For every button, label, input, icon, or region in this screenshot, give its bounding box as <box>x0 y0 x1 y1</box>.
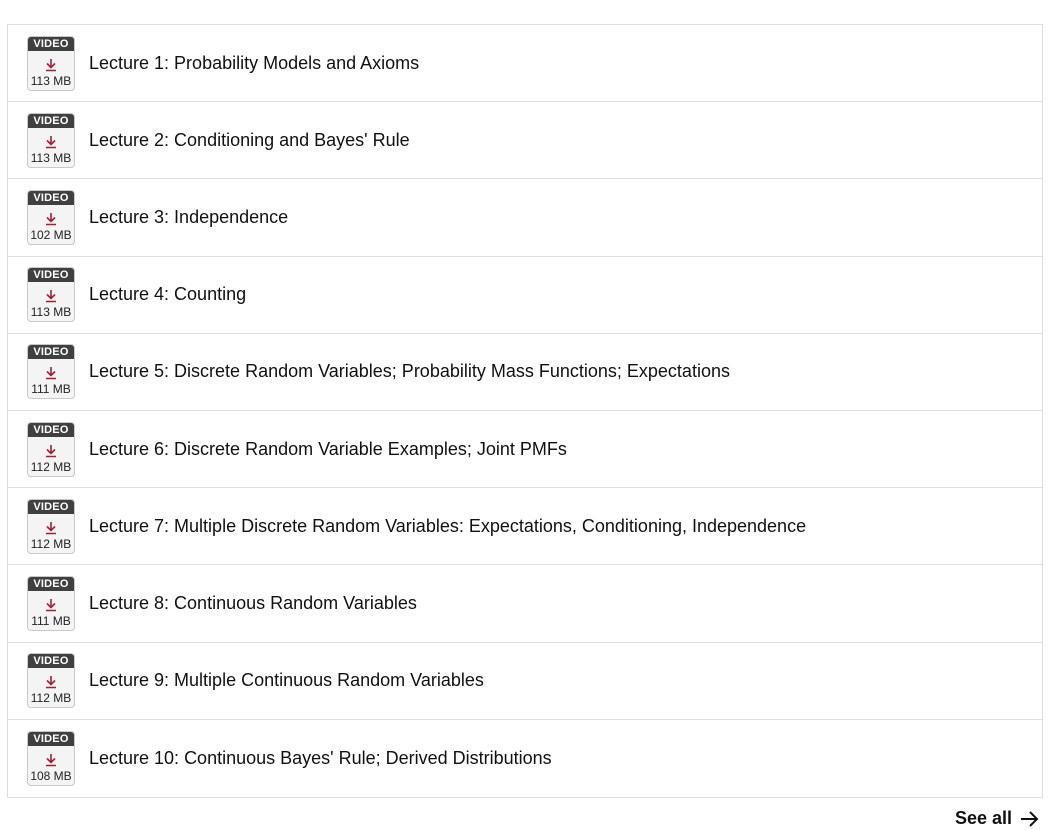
lecture-list: VIDEO 113 MB Lecture 1: Probability Mode… <box>7 24 1043 798</box>
lecture-title[interactable]: Lecture 4: Counting <box>89 284 246 305</box>
video-download-badge[interactable]: VIDEO 111 MB <box>27 575 75 631</box>
lecture-item-2[interactable]: VIDEO 113 MB Lecture 2: Conditioning and… <box>8 102 1042 180</box>
media-type-label: VIDEO <box>28 731 74 746</box>
lecture-item-7[interactable]: VIDEO 112 MB Lecture 7: Multiple Discret… <box>8 488 1042 566</box>
see-all-label: See all <box>954 808 1012 828</box>
lecture-item-3[interactable]: VIDEO 102 MB Lecture 3: Independence <box>8 179 1042 257</box>
lecture-item-8[interactable]: VIDEO 111 MB Lecture 8: Continuous Rando… <box>8 565 1042 643</box>
media-type-label: VIDEO <box>28 499 74 514</box>
video-download-badge[interactable]: VIDEO 113 MB <box>27 267 75 323</box>
media-type-label: VIDEO <box>28 268 74 283</box>
file-size: 111 MB <box>31 382 71 397</box>
media-type-label: VIDEO <box>28 36 74 51</box>
lecture-item-4[interactable]: VIDEO 113 MB Lecture 4: Counting <box>8 257 1042 334</box>
lecture-item-10[interactable]: VIDEO 108 MB Lecture 10: Continuous Baye… <box>8 720 1042 797</box>
lecture-item-1[interactable]: VIDEO 113 MB Lecture 1: Probability Mode… <box>8 25 1042 103</box>
lecture-title[interactable]: Lecture 9: Multiple Continuous Random Va… <box>89 670 484 691</box>
download-icon <box>44 675 58 689</box>
lecture-title[interactable]: Lecture 5: Discrete Random Variables; Pr… <box>89 361 730 382</box>
media-type-label: VIDEO <box>28 345 74 360</box>
file-size: 113 MB <box>30 73 72 88</box>
lecture-title[interactable]: Lecture 2: Conditioning and Bayes' Rule <box>89 130 410 151</box>
lecture-title[interactable]: Lecture 10: Continuous Bayes' Rule; Deri… <box>89 748 552 769</box>
file-size: 108 MB <box>30 768 72 783</box>
file-size: 112 MB <box>30 536 72 551</box>
lecture-title[interactable]: Lecture 3: Independence <box>89 207 288 228</box>
lecture-title[interactable]: Lecture 8: Continuous Random Variables <box>89 593 417 614</box>
media-type-label: VIDEO <box>28 654 74 669</box>
media-type-label: VIDEO <box>28 190 74 205</box>
video-download-badge[interactable]: VIDEO 111 MB <box>27 344 75 400</box>
video-download-badge[interactable]: VIDEO 112 MB <box>27 498 75 554</box>
download-icon <box>44 521 58 535</box>
download-icon <box>44 366 58 380</box>
lecture-title[interactable]: Lecture 6: Discrete Random Variable Exam… <box>89 439 567 460</box>
download-icon <box>44 212 58 226</box>
file-size: 111 MB <box>31 613 71 628</box>
file-size: 102 MB <box>30 227 72 242</box>
lecture-item-9[interactable]: VIDEO 112 MB Lecture 9: Multiple Continu… <box>8 643 1042 720</box>
video-download-badge[interactable]: VIDEO 113 MB <box>27 35 75 91</box>
download-icon <box>44 135 58 149</box>
video-download-badge[interactable]: VIDEO 113 MB <box>27 112 75 168</box>
download-icon <box>44 444 58 458</box>
media-type-label: VIDEO <box>28 113 74 128</box>
lecture-item-6[interactable]: VIDEO 112 MB Lecture 6: Discrete Random … <box>8 411 1042 489</box>
lecture-title[interactable]: Lecture 7: Multiple Discrete Random Vari… <box>89 516 806 537</box>
video-download-badge[interactable]: VIDEO 108 MB <box>27 730 75 786</box>
file-size: 113 MB <box>30 305 72 320</box>
video-download-badge[interactable]: VIDEO 112 MB <box>27 421 75 477</box>
media-type-label: VIDEO <box>28 576 74 591</box>
video-download-badge[interactable]: VIDEO 112 MB <box>27 653 75 709</box>
download-icon <box>44 289 58 303</box>
arrow-right-icon <box>1020 810 1040 828</box>
see-all-link[interactable]: See all <box>955 808 1040 829</box>
file-size: 112 MB <box>30 459 72 474</box>
download-icon <box>44 598 58 612</box>
lecture-item-5[interactable]: VIDEO 111 MB Lecture 5: Discrete Random … <box>8 334 1042 411</box>
download-icon <box>44 753 58 767</box>
file-size: 112 MB <box>30 691 72 706</box>
download-icon <box>44 58 58 72</box>
video-download-badge[interactable]: VIDEO 102 MB <box>27 189 75 245</box>
file-size: 113 MB <box>30 150 72 165</box>
lecture-title[interactable]: Lecture 1: Probability Models and Axioms <box>89 53 419 74</box>
media-type-label: VIDEO <box>28 422 74 437</box>
